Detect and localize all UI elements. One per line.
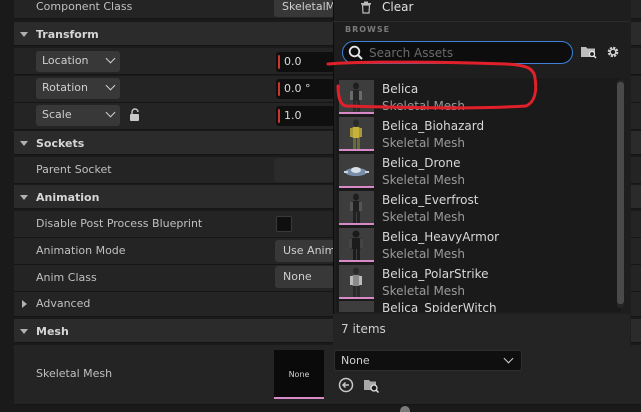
skeletal-mesh-thumbnail[interactable]: None <box>274 350 324 399</box>
component-class-label: Component Class <box>36 0 133 13</box>
scale-x-value: 1.0 <box>284 109 302 122</box>
scrollbar-thumb[interactable] <box>617 82 624 304</box>
asset-name: Belica_Biohazard <box>382 119 485 133</box>
chevron-down-icon <box>105 107 116 118</box>
location-mode-combo[interactable]: Location <box>36 51 120 72</box>
drone-thumbnail-icon <box>339 154 374 188</box>
asset-name: Belica_HeavyArmor <box>382 230 500 244</box>
advanced-label: Advanced <box>36 297 91 310</box>
asset-item[interactable]: Belica_PolarStrike Skeletal Mesh <box>337 264 617 301</box>
animation-header-label: Animation <box>36 191 100 204</box>
chevron-down-icon <box>105 80 116 91</box>
rotation-mode-combo[interactable]: Rotation <box>36 78 120 99</box>
character-thumbnail-icon <box>339 265 374 299</box>
browse-asset-icon[interactable] <box>362 376 380 394</box>
asset-type: Skeletal Mesh <box>382 284 466 298</box>
gear-icon[interactable] <box>605 44 621 60</box>
asset-type: Skeletal Mesh <box>382 173 466 187</box>
collapse-caret-icon <box>20 329 28 334</box>
thumbnail-none-label: None <box>288 370 310 379</box>
red-highlight-annotation <box>326 60 538 110</box>
sockets-header-label: Sockets <box>36 137 85 150</box>
collapse-caret-icon <box>20 141 28 146</box>
character-thumbnail-icon <box>339 191 374 225</box>
component-class-combo[interactable]: SkeletalM <box>274 0 334 17</box>
asset-item[interactable]: Belica_HeavyArmor Skeletal Mesh <box>337 227 617 264</box>
collapse-caret-icon <box>20 32 28 37</box>
asset-type: Skeletal Mesh <box>382 247 466 261</box>
asset-item-partial[interactable]: Belica_SpiderWitch <box>337 301 617 312</box>
unlock-icon[interactable] <box>128 108 142 122</box>
animation-mode-combo[interactable]: Use Anima <box>275 240 334 262</box>
asset-name: Belica_SpiderWitch <box>382 301 497 312</box>
scale-label: Scale <box>42 108 72 121</box>
asset-name: Belica_Everfrost <box>382 193 479 207</box>
asset-type: Skeletal Mesh <box>382 136 466 150</box>
location-label: Location <box>42 54 89 67</box>
disable-pp-label: Disable Post Process Blueprint <box>36 217 203 230</box>
clear-button[interactable]: Clear <box>382 0 413 14</box>
skeletal-mesh-row: Skeletal Mesh <box>14 345 641 405</box>
parent-socket-field[interactable] <box>274 158 334 182</box>
rotation-x-value: 0.0 ° <box>284 82 311 95</box>
mesh-header-label: Mesh <box>36 325 69 338</box>
resize-handle-icon[interactable] <box>400 406 410 412</box>
disable-pp-checkbox[interactable] <box>276 216 292 232</box>
asset-type: Skeletal Mesh <box>382 210 466 224</box>
location-x-value: 0.0 <box>284 55 302 68</box>
skeletal-mesh-combo[interactable]: None <box>334 350 522 371</box>
asset-name: Belica_Drone <box>382 156 461 170</box>
chevron-down-icon <box>503 353 514 364</box>
asset-item[interactable]: Belica_Drone Skeletal Mesh <box>337 153 617 190</box>
animation-mode-label: Animation Mode <box>36 244 126 257</box>
character-thumbnail-icon <box>339 228 374 262</box>
asset-item[interactable]: Belica_Biohazard Skeletal Mesh <box>337 116 617 153</box>
character-thumbnail-icon <box>339 117 374 151</box>
transform-header-label: Transform <box>36 28 99 41</box>
character-thumbnail-icon <box>339 301 374 312</box>
x-axis-color-bar <box>278 82 280 96</box>
divider <box>333 21 630 22</box>
collapse-caret-icon <box>20 195 28 200</box>
item-count: 7 items <box>341 322 386 336</box>
parent-socket-label: Parent Socket <box>36 163 112 176</box>
anim-class-combo[interactable]: None <box>275 266 334 288</box>
trash-icon <box>361 1 371 14</box>
skeletal-mesh-value: None <box>341 354 370 367</box>
x-axis-color-bar <box>278 55 280 69</box>
scale-mode-combo[interactable]: Scale <box>36 105 120 126</box>
rotation-label: Rotation <box>42 81 89 94</box>
expand-caret-icon <box>22 300 27 308</box>
skeletal-mesh-label: Skeletal Mesh <box>36 367 113 380</box>
use-selected-asset-icon[interactable] <box>338 377 354 393</box>
asset-item[interactable]: Belica_Everfrost Skeletal Mesh <box>337 190 617 227</box>
anim-class-label: Anim Class <box>36 271 97 284</box>
picker-footer: 7 items <box>333 314 630 347</box>
folder-browse-icon[interactable] <box>580 44 598 60</box>
chevron-down-icon <box>105 53 116 64</box>
x-axis-color-bar <box>278 109 280 123</box>
asset-name: Belica_PolarStrike <box>382 267 489 281</box>
browse-header: BROWSE <box>345 25 391 34</box>
